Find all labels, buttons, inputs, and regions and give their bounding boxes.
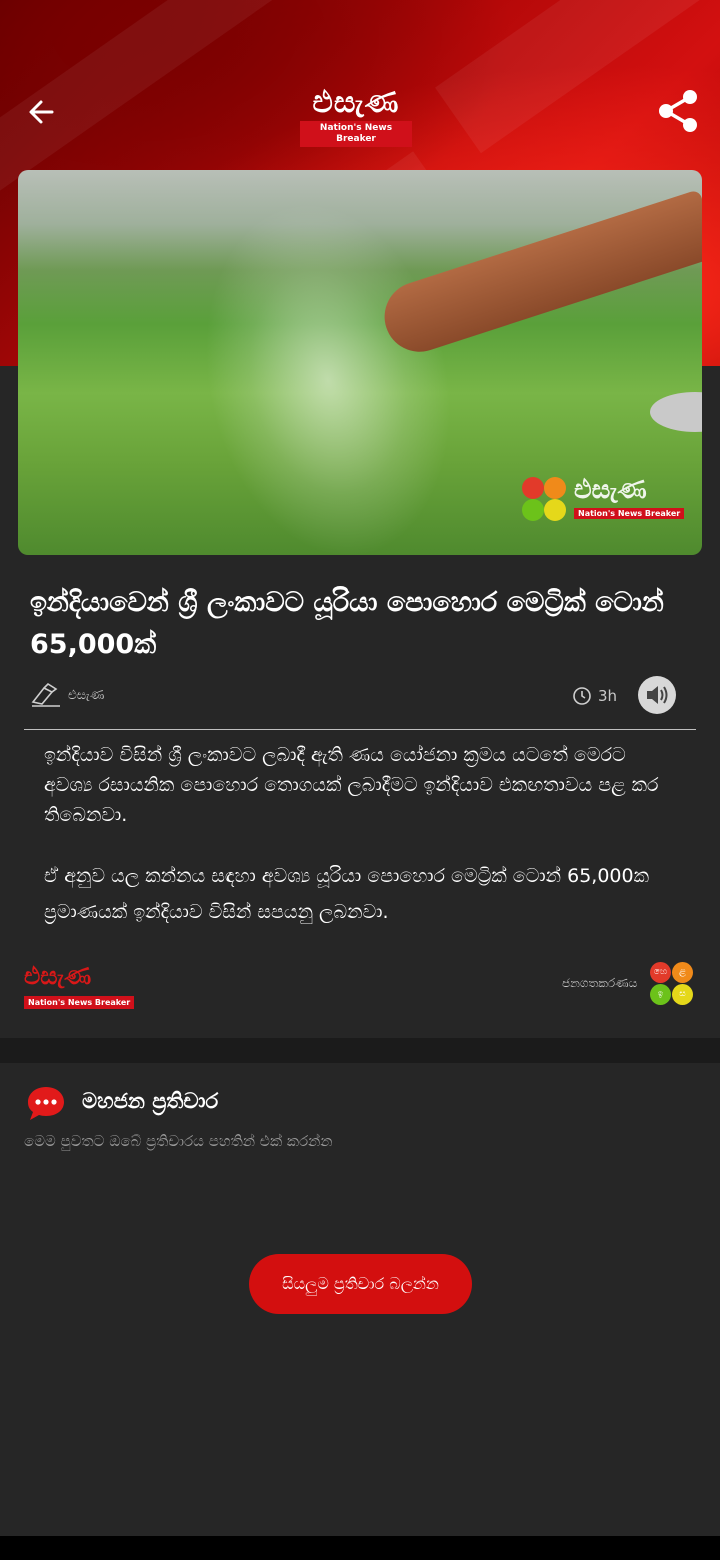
publisher-dot: ස: [672, 984, 693, 1005]
publisher-dot: ළ: [672, 962, 693, 983]
article-meta: එසැණ 3h: [30, 676, 690, 716]
publisher-logo-icon: හෙ ළ ඉ ස: [650, 962, 694, 1006]
publisher-credit: ජනගතකරණය හෙ ළ ඉ ස: [540, 962, 696, 1008]
comments-subtitle: මෙම පුවතට ඔබේ ප්‍රතිචාරය පහතින් එක් කරන්…: [24, 1132, 333, 1150]
footer-logo: එසැණ Nation's News Breaker: [24, 961, 140, 1009]
comments-title: මහජන ප්‍රතිචාර: [82, 1089, 219, 1113]
watermark-tagline: Nation's News Breaker: [574, 508, 685, 519]
share-button[interactable]: [656, 88, 700, 134]
publisher-dot: ඉ: [650, 984, 671, 1005]
fertilizer-spray: [173, 178, 483, 555]
footer-logo-text: එසැණ: [24, 961, 92, 990]
publish-time: 3h: [598, 687, 618, 705]
listen-button[interactable]: [638, 676, 676, 714]
arrow-left-icon: [29, 100, 54, 124]
watermark-name: එසැණ: [574, 475, 647, 505]
bowl: [650, 392, 702, 432]
logo-text: එසැණ: [312, 85, 400, 120]
publisher-label: ජනගතකරණය: [562, 976, 638, 990]
logo-tagline: Nation's News Breaker: [300, 121, 412, 147]
image-watermark: එසැණ Nation's News Breaker: [522, 475, 692, 525]
meta-divider: [24, 729, 696, 730]
clock-icon: [573, 687, 591, 705]
article-hero-image: එසැණ Nation's News Breaker: [18, 170, 702, 555]
author-name: එසැණ: [68, 688, 105, 703]
view-all-comments-button[interactable]: සියලුම ප්‍රතිචාර බලන්න: [249, 1254, 472, 1314]
share-icon: [659, 90, 697, 132]
app-logo: එසැණ Nation's News Breaker: [300, 85, 412, 147]
publisher-dot: හෙ: [650, 962, 671, 983]
article-paragraph-1: ඉන්දියාව විසින් ශ්‍රී ලංකාවට ලබාදී ඇති ණ…: [44, 744, 659, 826]
farmer-arm: [375, 189, 702, 361]
article-paragraph-2: ඒ අනුව යල කන්නය සඳහා අවශ්‍ය යූරියා පොහොර…: [44, 865, 650, 923]
article-body: ඉන්දියාව විසින් ශ්‍රී ලංකාවට ලබාදී ඇති ණ…: [44, 740, 674, 958]
speaker-icon: [647, 686, 668, 704]
footer-logo-tagline: Nation's News Breaker: [24, 996, 135, 1009]
back-button[interactable]: [22, 92, 62, 132]
watermark-dots-icon: [522, 477, 568, 523]
section-separator: [0, 1038, 720, 1063]
article-title: ඉන්දියාවෙන් ශ්‍රී ලංකාවට යූරියා පොහොර මෙ…: [30, 587, 664, 660]
system-nav-bar: [0, 1536, 720, 1560]
writing-hand-icon: [31, 682, 60, 707]
chat-bubble-icon: [28, 1087, 64, 1120]
